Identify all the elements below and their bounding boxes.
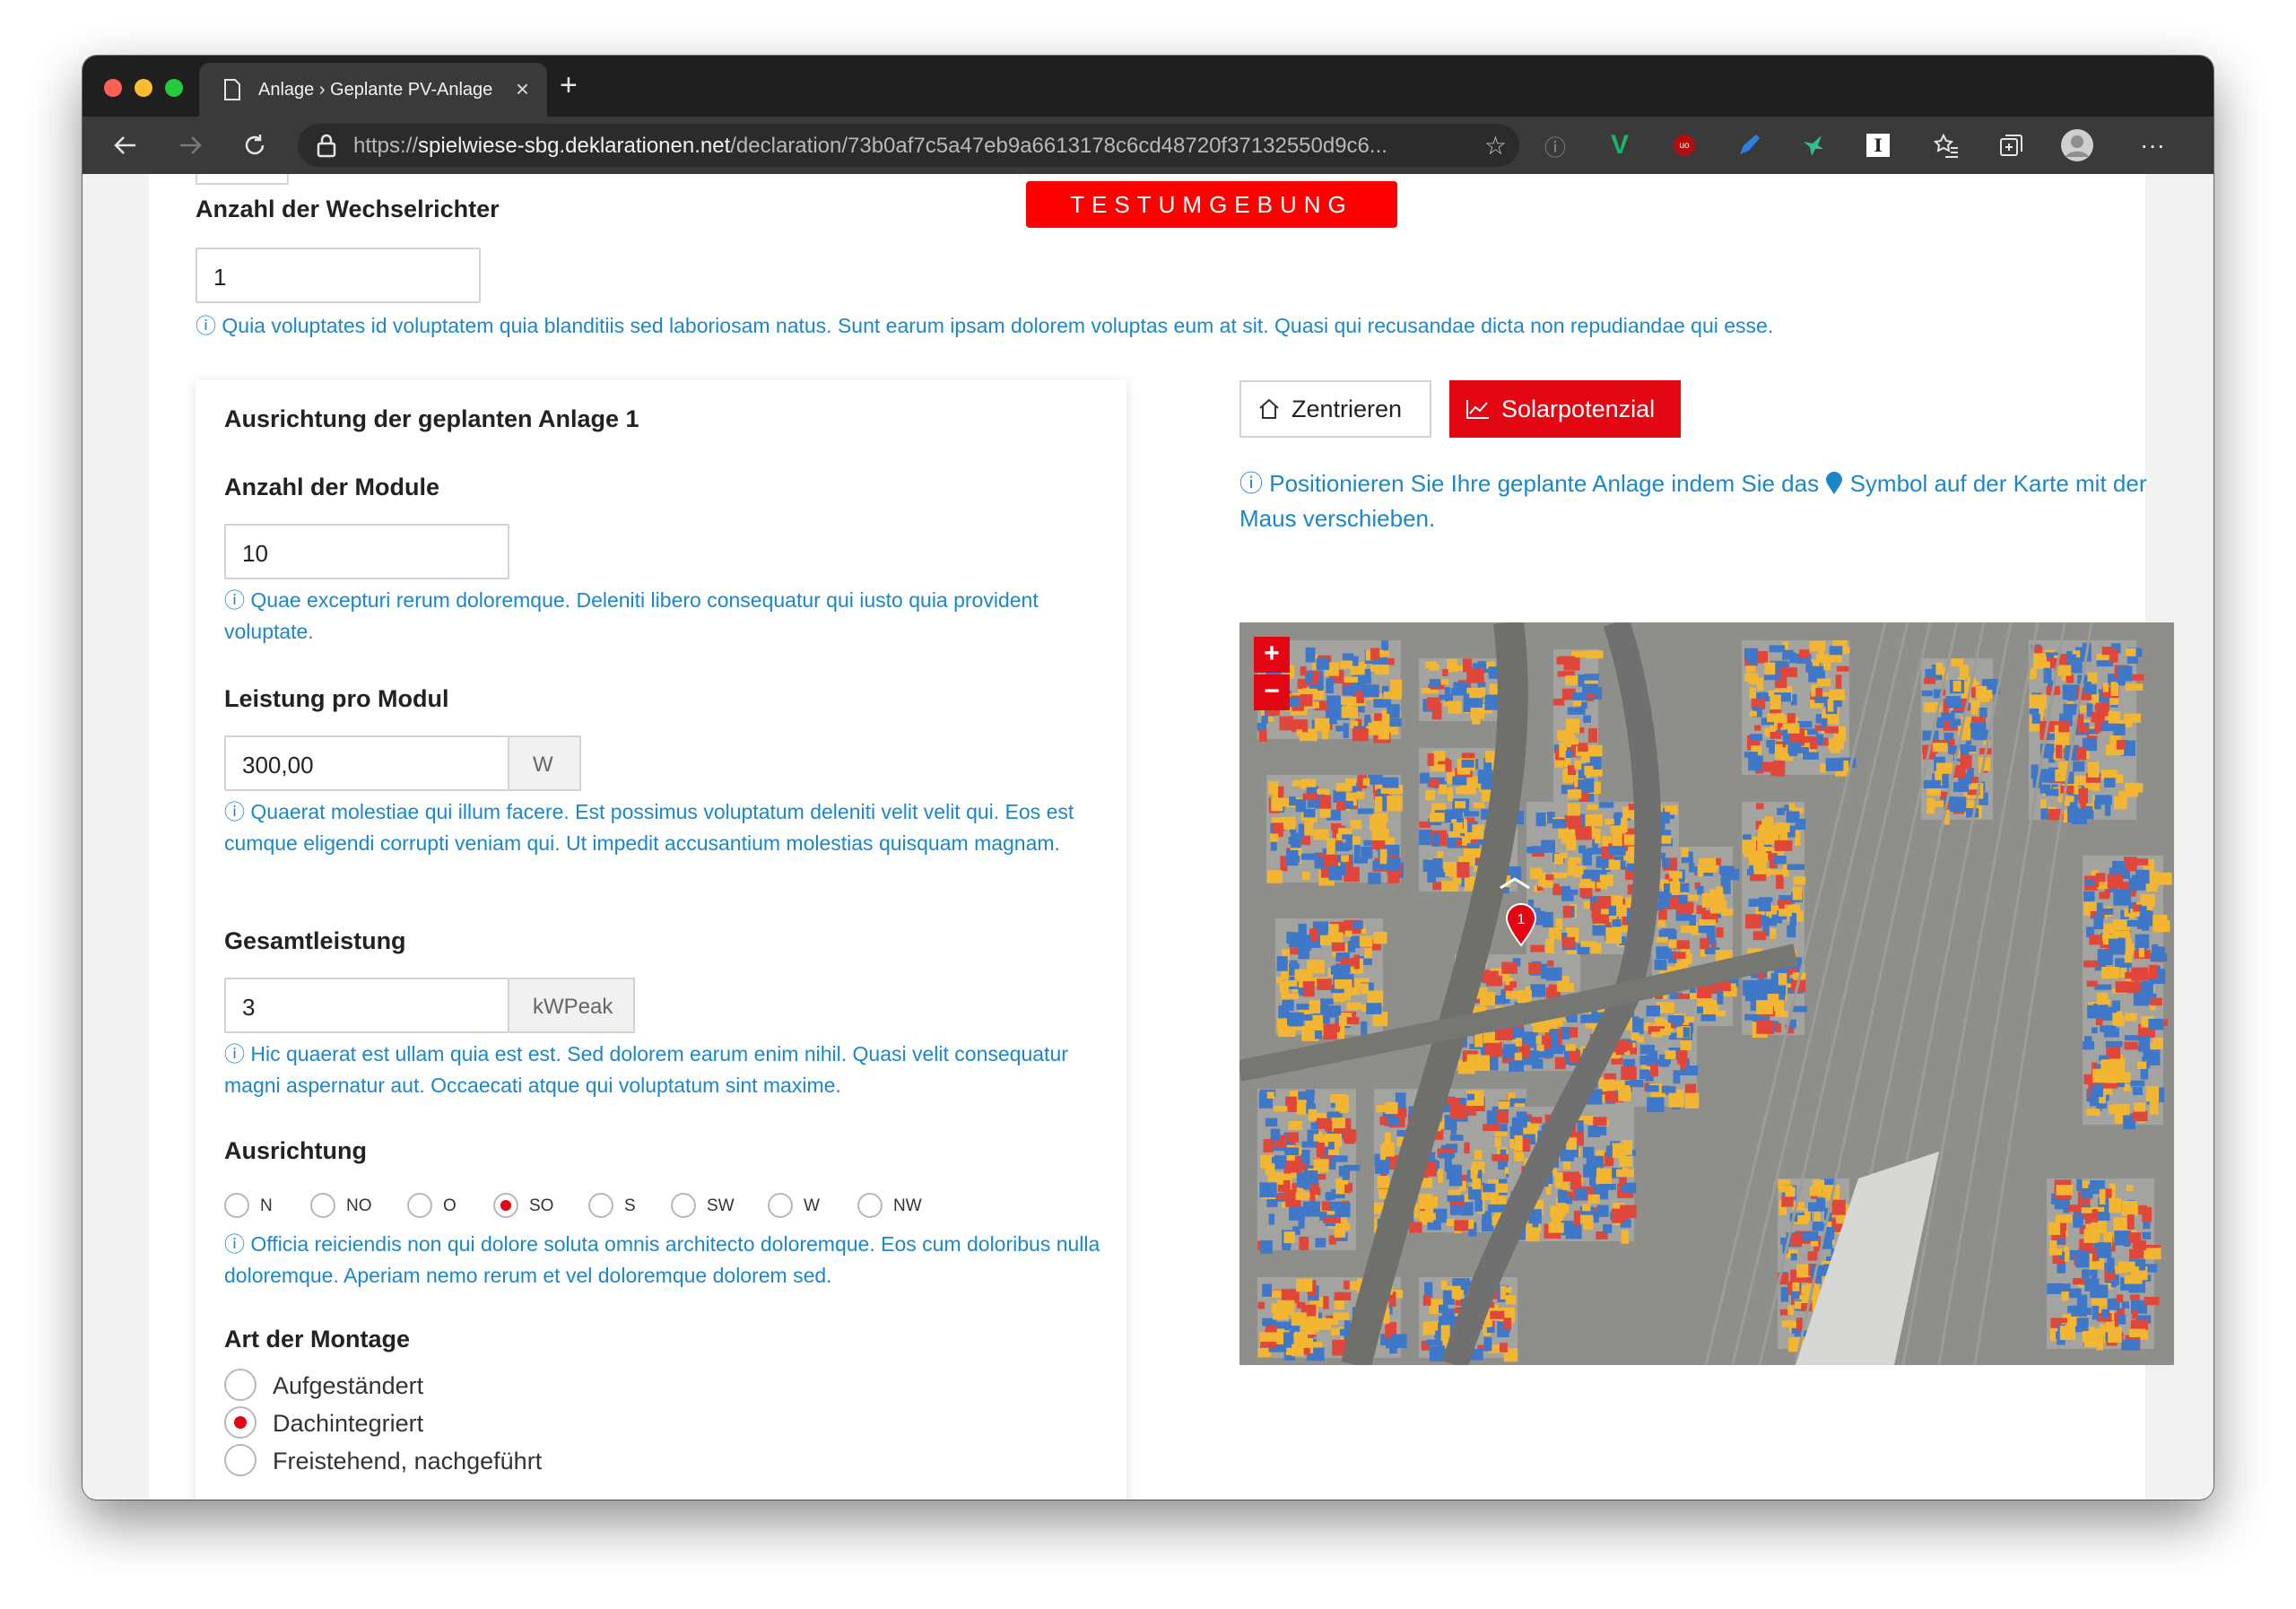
orientation-option-label: N (260, 1196, 273, 1215)
mounting-option-label: Freistehend, nachgeführt (273, 1448, 543, 1474)
solar-map[interactable]: 1 + − (1239, 622, 2174, 1365)
orientation-radio-w[interactable] (768, 1193, 793, 1218)
tab-bar: Anlage › Geplante PV-Anlage × + (83, 56, 2213, 117)
center-button-label: Zentrieren (1292, 395, 1403, 422)
total-power-label: Gesamtleistung (224, 927, 406, 954)
document-icon (224, 79, 240, 100)
orientation-radio-no[interactable] (310, 1193, 335, 1218)
orientation-card: Ausrichtung der geplanten Anlage 1 Anzah… (196, 380, 1126, 1500)
vue-extension-icon[interactable]: V (1604, 129, 1636, 161)
orientation-option-label: NW (893, 1196, 922, 1215)
test-environment-banner: TESTUMGEBUNG (1026, 181, 1397, 228)
more-icon[interactable]: ··· (2136, 129, 2169, 161)
module-count-input[interactable]: 10 (224, 524, 509, 579)
previous-input-edge (196, 174, 289, 185)
inverter-count-hint: ⓘ Quia voluptates id voluptatem quia bla… (196, 314, 1774, 337)
pen-extension-icon[interactable] (1733, 129, 1765, 161)
module-power-hint: ⓘ Quaerat molestiae qui illum facere. Es… (224, 800, 1074, 855)
favorites-icon[interactable] (1930, 129, 1962, 161)
orientation-option-label: S (624, 1196, 636, 1215)
map-pin-icon (1826, 472, 1843, 494)
inverter-count-label: Anzahl der Wechselrichter (196, 196, 500, 222)
reload-icon[interactable] (239, 129, 271, 161)
page-content: TESTUMGEBUNG Anzahl der Wechselrichter 1… (149, 174, 2174, 1500)
module-count-label: Anzahl der Module (224, 474, 440, 500)
orientation-option-label: W (804, 1196, 820, 1215)
bird-extension-icon[interactable] (1797, 129, 1830, 161)
aerial-solar-map-image: 1 (1239, 622, 2174, 1365)
map-marker-label: 1 (1518, 912, 1526, 927)
map-hint: ⓘ Positionieren Sie Ihre geplante Anlage… (1239, 470, 2147, 532)
module-power-input[interactable]: 300,00 (224, 735, 509, 791)
orientation-radio-sw[interactable] (671, 1193, 696, 1218)
zoom-out-button[interactable]: − (1254, 674, 1290, 710)
instapaper-icon[interactable]: I (1862, 129, 1894, 161)
info-icon[interactable]: ⓘ (1539, 129, 1571, 161)
orientation-radio-so[interactable] (493, 1193, 518, 1218)
orientation-radio-group: N NO O SO S SW W NW (224, 1193, 1031, 1223)
mounting-radio-dachintegriert[interactable] (224, 1406, 257, 1439)
forward-icon[interactable] (174, 129, 206, 161)
total-power-unit: kWPeak (509, 978, 635, 1033)
home-icon (1259, 398, 1279, 419)
total-power-hint: ⓘ Hic quaerat est ullam quia est est. Se… (224, 1042, 1068, 1097)
tab-close-icon[interactable]: × (516, 75, 529, 103)
lock-icon (317, 134, 336, 158)
orientation-option-label: SO (529, 1196, 554, 1215)
mounting-radio-aufgestaendert[interactable] (224, 1369, 257, 1401)
mounting-label: Art der Montage (224, 1326, 411, 1352)
browser-tab[interactable]: Anlage › Geplante PV-Anlage × (199, 63, 547, 117)
orientation-radio-o[interactable] (407, 1193, 432, 1218)
module-power-unit: W (509, 735, 581, 791)
orientation-radio-s[interactable] (588, 1193, 613, 1218)
orientation-radio-nw[interactable] (857, 1193, 883, 1218)
info-icon: ⓘ (1239, 470, 1270, 497)
mounting-option-label: Aufgeständert (273, 1372, 424, 1399)
orientation-hint: ⓘ Officia reiciendis non qui dolore solu… (224, 1232, 1100, 1287)
browser-window: Anlage › Geplante PV-Anlage × + https://… (83, 56, 2213, 1500)
orientation-option-label: O (443, 1196, 457, 1215)
new-tab-button[interactable]: + (560, 70, 578, 100)
collections-icon[interactable] (1995, 129, 2027, 161)
card-title: Ausrichtung der geplanten Anlage 1 (224, 405, 639, 432)
orientation-option-label: NO (346, 1196, 372, 1215)
orientation-radio-n[interactable] (224, 1193, 249, 1218)
chart-line-icon (1466, 400, 1489, 419)
orientation-option-label: SW (707, 1196, 735, 1215)
module-count-hint: ⓘ Quae excepturi rerum doloremque. Delen… (224, 588, 1039, 643)
zoom-in-button[interactable]: + (1254, 637, 1290, 673)
minimize-window-button[interactable] (135, 79, 152, 97)
solar-potential-button[interactable]: Solarpotenzial (1449, 380, 1681, 438)
close-window-button[interactable] (104, 79, 122, 97)
maximize-window-button[interactable] (165, 79, 183, 97)
mounting-radio-freistehend[interactable] (224, 1444, 257, 1476)
profile-icon[interactable] (2061, 129, 2093, 161)
ublock-icon[interactable]: uo (1668, 129, 1700, 161)
mounting-option-label: Dachintegriert (273, 1410, 424, 1437)
inverter-count-input[interactable]: 1 (196, 248, 481, 303)
orientation-label: Ausrichtung (224, 1137, 367, 1164)
total-power-input[interactable]: 3 (224, 978, 509, 1033)
tab-title: Anlage › Geplante PV-Anlage (258, 80, 493, 100)
center-button[interactable]: Zentrieren (1239, 380, 1431, 438)
favorite-star-icon[interactable]: ☆ (1484, 131, 1507, 161)
browser-toolbar: https://spielwiese-sbg.deklarationen.net… (83, 117, 2213, 174)
back-icon[interactable] (109, 129, 142, 161)
address-bar[interactable]: https://spielwiese-sbg.deklarationen.net… (298, 124, 1519, 167)
url-text: https://spielwiese-sbg.deklarationen.net… (353, 134, 1387, 158)
page-viewport: TESTUMGEBUNG Anzahl der Wechselrichter 1… (83, 174, 2213, 1500)
solar-potential-button-label: Solarpotenzial (1501, 395, 1656, 422)
module-power-label: Leistung pro Modul (224, 685, 449, 712)
